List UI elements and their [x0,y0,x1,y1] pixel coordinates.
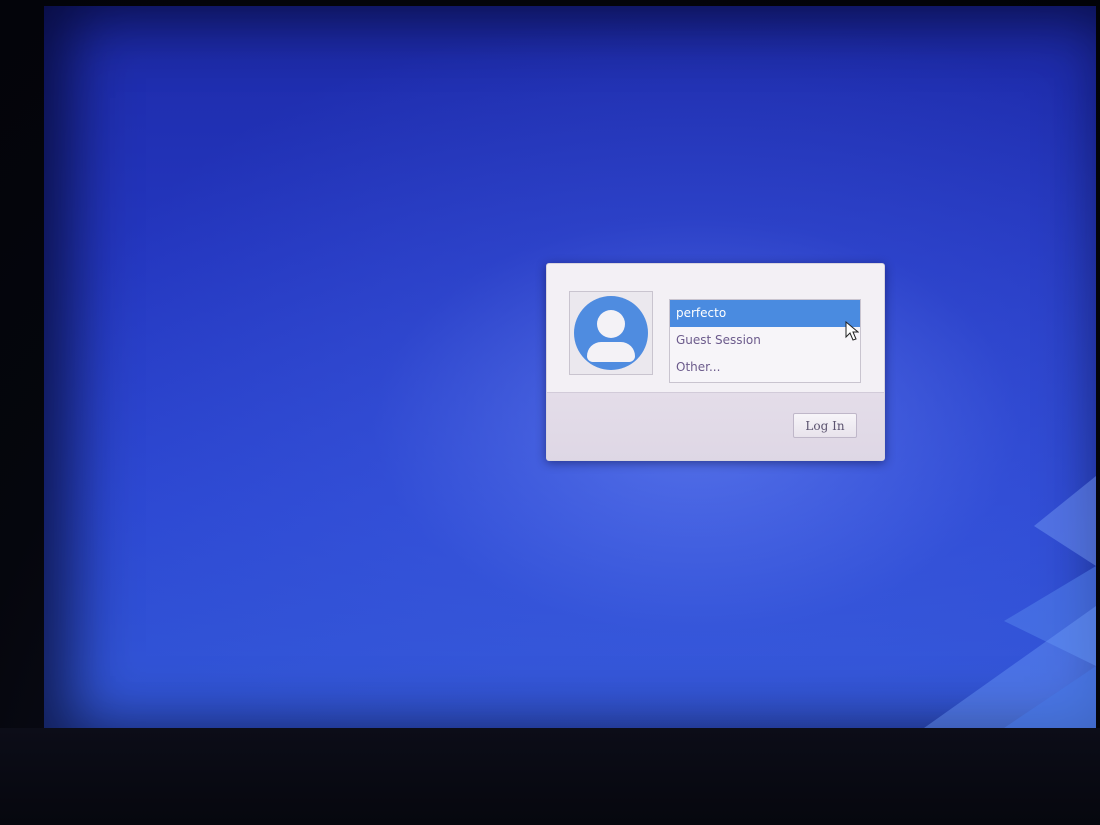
photo-frame: perfecto Guest Session Other... Log In [0,0,1100,825]
avatar [569,291,653,375]
login-dialog: perfecto Guest Session Other... Log In [546,263,885,461]
user-item-perfecto[interactable]: perfecto [670,300,860,327]
monitor-bezel [0,728,1100,825]
user-item-guest-session[interactable]: Guest Session [670,327,860,354]
user-avatar-icon [574,296,648,370]
user-item-other[interactable]: Other... [670,354,860,381]
desktop-screen: perfecto Guest Session Other... Log In [44,6,1096,728]
mouse-pointer-icon [845,321,859,341]
avatar-body [587,342,635,362]
log-in-button[interactable]: Log In [793,413,857,438]
user-list[interactable]: perfecto Guest Session Other... [669,299,861,383]
avatar-head [597,310,625,338]
